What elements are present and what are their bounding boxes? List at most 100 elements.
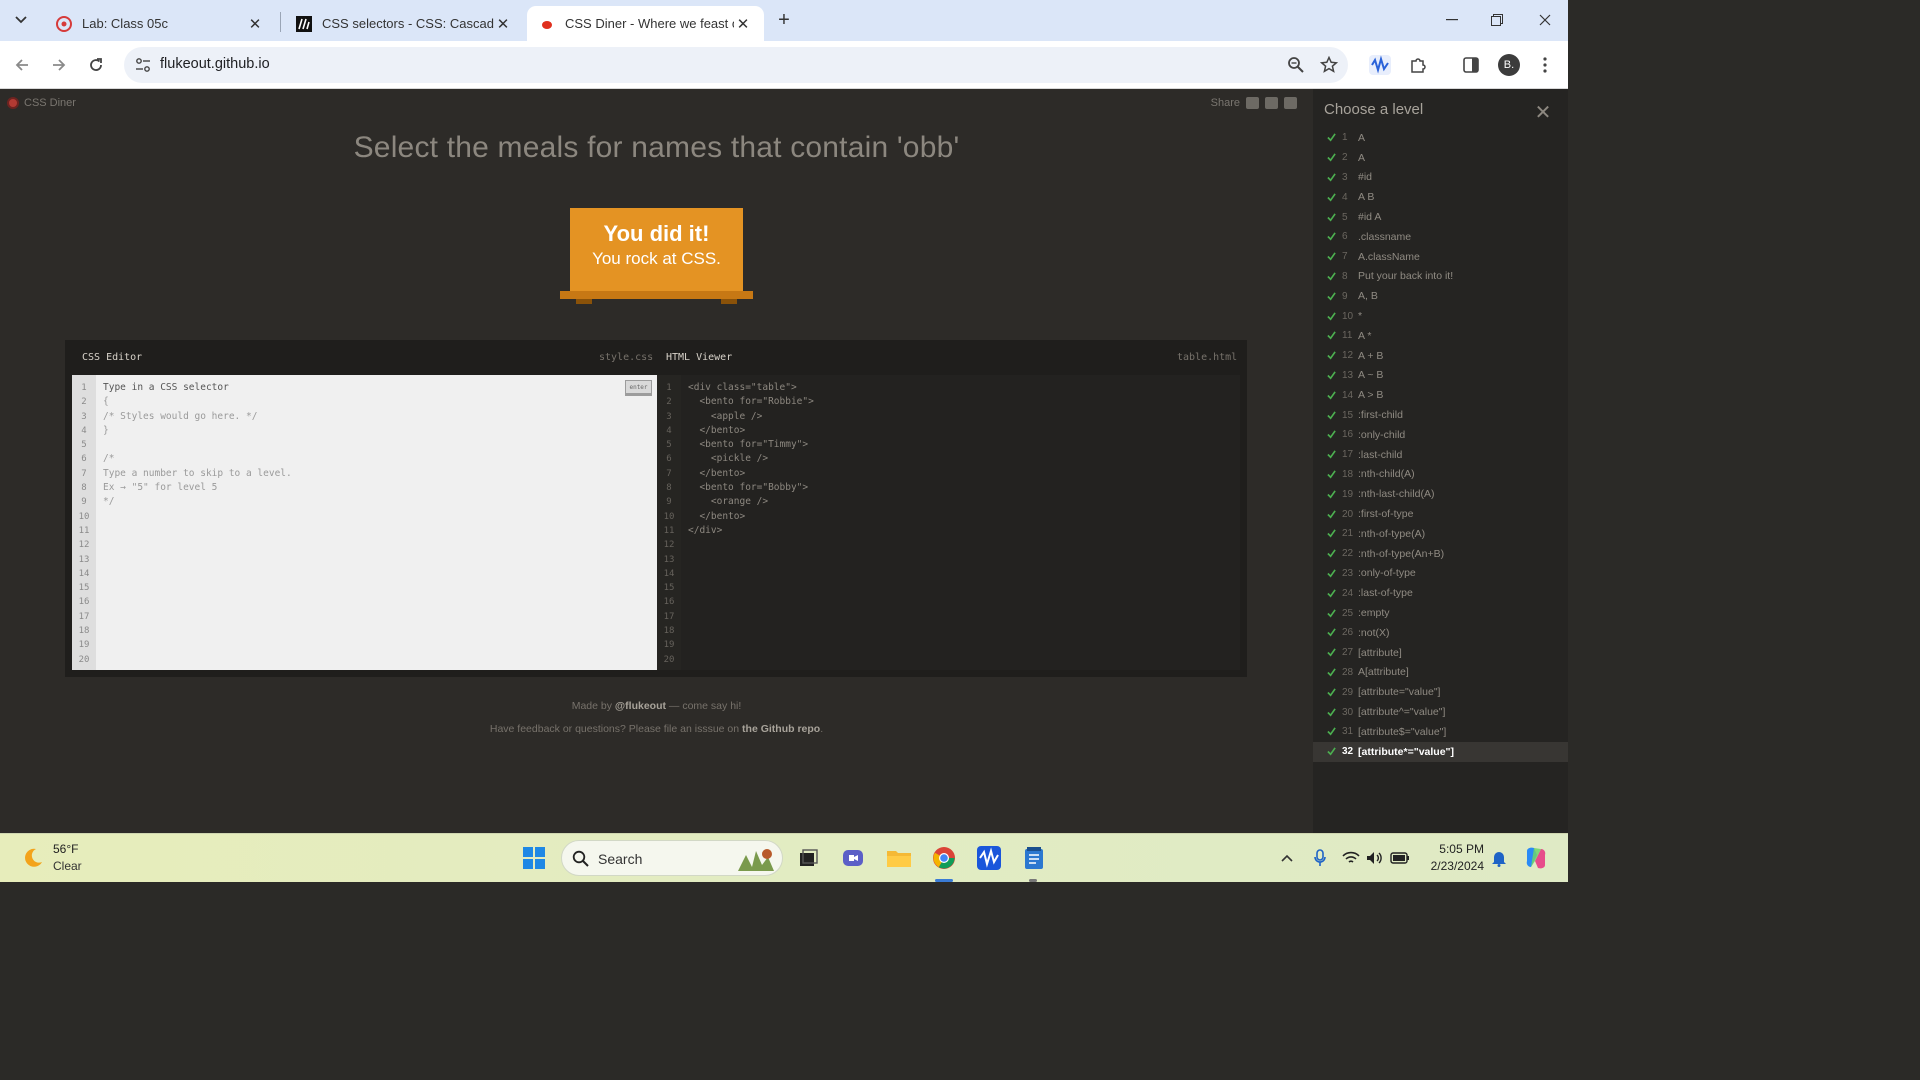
level-item[interactable]: 19:nth-last-child(A): [1313, 484, 1568, 504]
level-item[interactable]: 6 .classname: [1313, 227, 1568, 247]
level-item[interactable]: 2A: [1313, 148, 1568, 168]
zoom-icon[interactable]: [1284, 53, 1308, 77]
level-item[interactable]: 8 Put your back into it!: [1313, 267, 1568, 287]
tab-close-icon[interactable]: ✕: [494, 15, 512, 33]
tab-css-selectors[interactable]: CSS selectors - CSS: Cascading ✕: [284, 6, 524, 41]
site-settings-icon[interactable]: [134, 56, 152, 74]
level-item[interactable]: 14 A > B: [1313, 385, 1568, 405]
css-diner-logo[interactable]: CSS Diner: [7, 97, 76, 109]
level-item[interactable]: 32 [attribute*="value"]: [1313, 741, 1568, 762]
show-hidden-icons-chevron-icon[interactable]: [1277, 848, 1297, 868]
winner-table: You did it! You rock at CSS.: [560, 207, 753, 304]
level-item[interactable]: 13 A ~ B: [1313, 366, 1568, 386]
facebook-icon[interactable]: [1265, 97, 1278, 109]
level-completed-check-icon: [1327, 470, 1336, 479]
more-menu-icon[interactable]: [1533, 53, 1557, 77]
enter-button[interactable]: enter: [625, 380, 652, 396]
chrome-icon[interactable]: [930, 844, 958, 872]
twitter-icon[interactable]: [1284, 97, 1297, 109]
level-item[interactable]: 3 #id: [1313, 168, 1568, 188]
level-item[interactable]: 21:nth-of-type(A): [1313, 524, 1568, 544]
level-item[interactable]: 9 A, B: [1313, 286, 1568, 306]
file-explorer-icon[interactable]: [885, 844, 913, 872]
reload-icon[interactable]: [82, 51, 110, 79]
level-item[interactable]: 30 [attribute^="value"]: [1313, 702, 1568, 722]
level-item[interactable]: 18:nth-child(A): [1313, 465, 1568, 485]
tab-search-chevron-icon[interactable]: [8, 8, 34, 32]
email-icon[interactable]: [1246, 97, 1259, 109]
weather-moon-icon[interactable]: [22, 847, 44, 869]
level-item[interactable]: 12 A + B: [1313, 346, 1568, 366]
level-item[interactable]: 4 A B: [1313, 187, 1568, 207]
level-name: :not(X): [1358, 626, 1390, 639]
taskbar-date[interactable]: 2/23/2024: [1431, 859, 1484, 873]
css-file-name: style.css: [599, 352, 654, 363]
level-item[interactable]: 28 A[attribute]: [1313, 663, 1568, 683]
css-line-numbers: 1 2 3 4 5 6 7 8 9 10 11 12 13 14 15 16 1…: [72, 375, 96, 670]
close-window-icon[interactable]: [1530, 6, 1560, 34]
css-code-comment: { /* Styles would go here. */ } /* Type …: [103, 396, 292, 508]
waveform-app-icon[interactable]: [975, 844, 1003, 872]
chrome-active-indicator: [935, 879, 953, 882]
bookmark-star-icon[interactable]: [1317, 53, 1341, 77]
meet-camera-icon[interactable]: [839, 844, 867, 872]
close-level-menu-icon[interactable]: ✕: [1534, 102, 1552, 124]
level-item[interactable]: 15:first-child: [1313, 405, 1568, 425]
level-item[interactable]: 25:empty: [1313, 603, 1568, 623]
level-item[interactable]: 10 *: [1313, 306, 1568, 326]
side-panel-icon[interactable]: [1459, 53, 1483, 77]
level-completed-check-icon: [1327, 569, 1336, 578]
minimize-icon[interactable]: [1437, 6, 1467, 34]
level-item[interactable]: 26:not(X): [1313, 623, 1568, 643]
taskbar-search-box[interactable]: Search: [561, 840, 783, 876]
level-item[interactable]: 17:last-child: [1313, 445, 1568, 465]
tab-css-diner[interactable]: CSS Diner - Where we feast on ✕: [527, 6, 764, 41]
css-editor-title: CSS Editor: [82, 352, 143, 363]
level-number: 9: [1342, 290, 1348, 302]
new-tab-plus-icon[interactable]: +: [772, 8, 796, 32]
level-item[interactable]: 29 [attribute="value"]: [1313, 682, 1568, 702]
copilot-icon[interactable]: [1523, 845, 1549, 871]
css-editor[interactable]: 1 2 3 4 5 6 7 8 9 10 11 12 13 14 15 16 1…: [72, 375, 657, 670]
level-completed-check-icon: [1327, 173, 1336, 182]
profile-avatar[interactable]: B.: [1498, 54, 1520, 76]
taskbar-time[interactable]: 5:05 PM: [1439, 842, 1484, 856]
tab-close-icon[interactable]: ✕: [246, 15, 264, 33]
level-item[interactable]: 7 A.className: [1313, 247, 1568, 267]
level-completed-check-icon: [1327, 529, 1336, 538]
volume-icon[interactable]: [1365, 848, 1385, 868]
address-bar[interactable]: flukeout.github.io: [124, 47, 1348, 83]
wifi-icon[interactable]: [1341, 848, 1361, 868]
extensions-puzzle-icon[interactable]: [1406, 53, 1430, 77]
level-completed-check-icon: [1327, 232, 1336, 241]
level-item[interactable]: 5 #id A: [1313, 207, 1568, 227]
level-item[interactable]: 1A: [1313, 128, 1568, 148]
forward-arrow-icon[interactable]: [45, 51, 73, 79]
css-selector-input[interactable]: Type in a CSS selector: [103, 382, 229, 393]
microphone-icon[interactable]: [1310, 848, 1330, 868]
level-item[interactable]: 16:only-child: [1313, 425, 1568, 445]
share-links: Share: [1211, 97, 1297, 109]
task-view-icon[interactable]: [794, 844, 822, 872]
level-item[interactable]: 11 A *: [1313, 326, 1568, 346]
tab-lab-class[interactable]: Lab: Class 05c ✕: [44, 6, 276, 41]
flukeout-link[interactable]: @flukeout: [615, 700, 666, 712]
tab-close-icon[interactable]: ✕: [734, 15, 752, 33]
level-item[interactable]: 24:last-of-type: [1313, 583, 1568, 603]
extension-waveform-icon[interactable]: [1368, 53, 1392, 77]
restore-icon[interactable]: [1482, 6, 1512, 34]
level-item[interactable]: 31 [attribute$="value"]: [1313, 722, 1568, 742]
notepad-icon[interactable]: [1020, 844, 1048, 872]
back-arrow-icon[interactable]: [8, 51, 36, 79]
github-repo-link[interactable]: the Github repo: [742, 723, 820, 735]
battery-icon[interactable]: [1390, 848, 1410, 868]
css-code-area[interactable]: Type in a CSS selector { /* Styles would…: [103, 381, 292, 510]
notification-bell-icon[interactable]: [1489, 848, 1509, 868]
weather-temperature: 56°F: [53, 842, 79, 856]
windows-start-icon[interactable]: [520, 844, 548, 872]
level-item[interactable]: 23:only-of-type: [1313, 564, 1568, 584]
level-item[interactable]: 20:first-of-type: [1313, 504, 1568, 524]
level-item[interactable]: 22:nth-of-type(An+B): [1313, 544, 1568, 564]
level-item[interactable]: 27 [attribute]: [1313, 643, 1568, 663]
level-number: 3: [1342, 171, 1348, 183]
